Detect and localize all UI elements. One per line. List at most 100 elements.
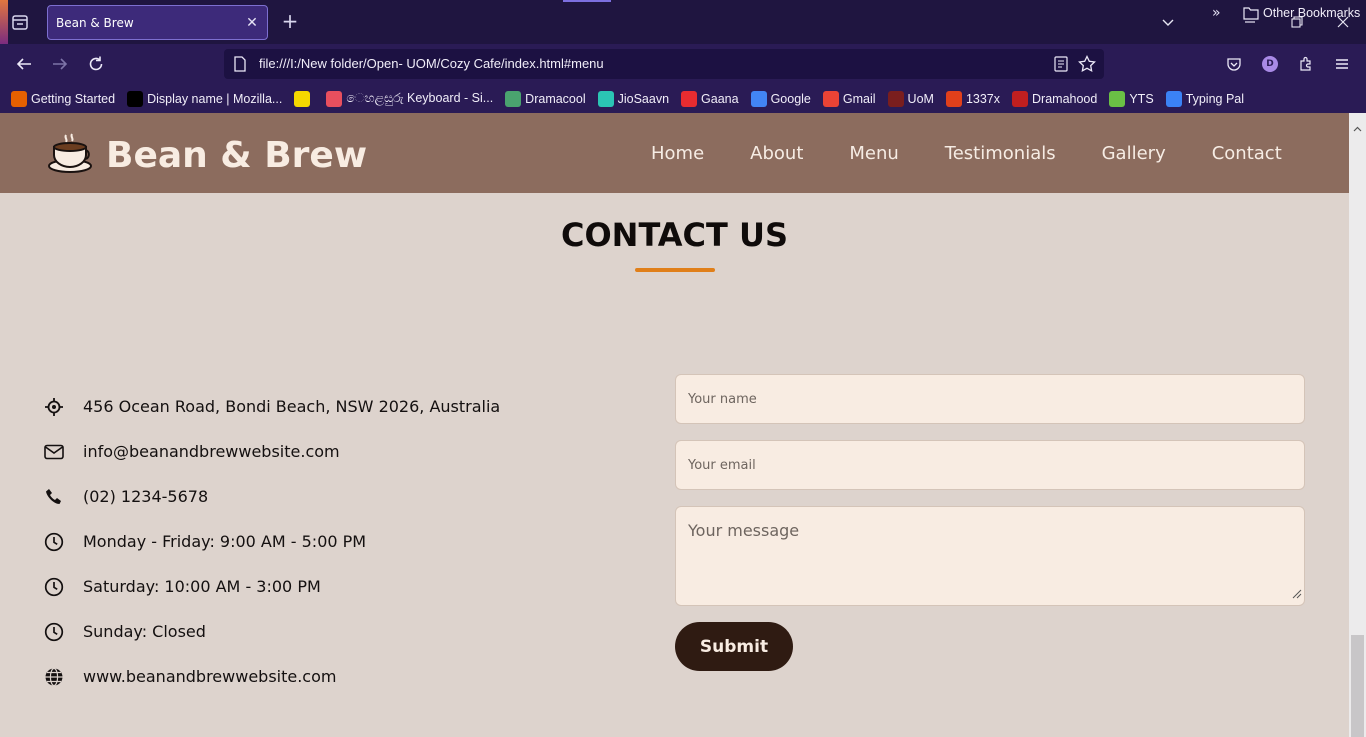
profile-avatar[interactable]: D: [1262, 56, 1278, 72]
clock-icon: [44, 532, 64, 552]
firefox-icon: [11, 90, 27, 107]
bookmark-label: UoM: [907, 91, 934, 106]
bookmark-label: Gaana: [701, 91, 739, 106]
menu-hamburger-icon[interactable]: [1330, 52, 1354, 76]
name-field[interactable]: Your name: [675, 374, 1305, 424]
bookmarks-overflow-icon[interactable]: »: [1212, 5, 1221, 21]
location-icon: [44, 397, 64, 417]
address-bar[interactable]: file:///I:/New folder/Open- UOM/Cozy Caf…: [224, 49, 1104, 79]
nav-link-gallery[interactable]: Gallery: [1102, 143, 1166, 164]
chevron-down-icon[interactable]: [1154, 8, 1182, 36]
uom-icon: [887, 90, 904, 107]
dramacool-icon: [505, 90, 522, 107]
reload-icon[interactable]: [84, 52, 108, 76]
contact-info-text: info@beanandbrewwebsite.com: [83, 442, 340, 461]
pocket-icon[interactable]: [1222, 52, 1246, 76]
forward-arrow-icon[interactable]: [48, 52, 72, 76]
contact-info-text: Monday - Friday: 9:00 AM - 5:00 PM: [83, 532, 367, 551]
back-arrow-icon[interactable]: [12, 52, 36, 76]
contact-form: Your name Your email Your message Submit: [675, 374, 1305, 671]
bookmark-item[interactable]: Typing Pal: [1165, 90, 1245, 107]
other-bookmarks[interactable]: Other Bookmarks: [1243, 6, 1360, 20]
bookmark-item[interactable]: 1337x: [945, 90, 1001, 107]
bookmark-item[interactable]: Dramacool: [505, 90, 586, 107]
gaana-icon: [681, 90, 698, 107]
tab-close-icon[interactable]: ✕: [241, 12, 263, 34]
nav-link-contact[interactable]: Contact: [1212, 143, 1282, 164]
typingpal-icon: [1165, 90, 1182, 107]
bookmark-label: Dramahood: [1032, 91, 1098, 106]
bookmark-label: Display name | Mozilla...: [147, 91, 283, 106]
page-icon: [233, 56, 247, 76]
bookmark-label: Gmail: [842, 91, 876, 106]
site-logo[interactable]: Bean & Brew: [48, 133, 367, 177]
bookmark-item[interactable]: JioSaavn: [597, 90, 670, 107]
tab-list-icon[interactable]: [8, 10, 32, 34]
contact-info-text: Saturday: 10:00 AM - 3:00 PM: [83, 577, 321, 596]
message-field[interactable]: Your message: [675, 506, 1305, 606]
scrollbar-thumb[interactable]: [1351, 635, 1364, 737]
bookmark-item[interactable]: Gmail: [822, 90, 876, 107]
bookmark-item[interactable]: Google: [750, 90, 811, 107]
flower-icon: [326, 90, 343, 107]
contact-info-item: www.beanandbrewwebsite.com: [44, 654, 500, 699]
1337x-icon: [945, 90, 962, 107]
contact-info-text: 456 Ocean Road, Bondi Beach, NSW 2026, A…: [83, 397, 501, 416]
gmail-icon: [822, 90, 839, 107]
bookmark-label: Dramacool: [525, 91, 586, 106]
globe-icon: [44, 667, 64, 687]
contact-info-text: (02) 1234-5678: [83, 487, 209, 506]
nav-link-menu[interactable]: Menu: [849, 143, 898, 164]
bookmark-item[interactable]: Gaana: [681, 90, 739, 107]
bookmark-star-icon[interactable]: [1078, 54, 1096, 77]
folder-icon: [1243, 7, 1259, 20]
bookmark-item[interactable]: Getting Started: [11, 90, 116, 107]
nav-link-about[interactable]: About: [750, 143, 803, 164]
title-underline: [635, 268, 715, 272]
bookmark-label: 1337x: [965, 91, 1001, 106]
mozilla-m-icon: [127, 90, 144, 107]
browser-navbar: file:///I:/New folder/Open- UOM/Cozy Caf…: [0, 44, 1366, 84]
bookmark-item[interactable]: UoM: [887, 90, 934, 107]
bookmark-label: Typing Pal: [1185, 91, 1245, 106]
scroll-up-icon[interactable]: [1353, 117, 1362, 136]
bookmark-item[interactable]: Display name | Mozilla...: [127, 90, 283, 107]
bookmarks-toolbar: Getting Started Display name | Mozilla...…: [0, 84, 1366, 113]
new-tab-button[interactable]: +: [279, 10, 301, 32]
phone-icon: [44, 487, 64, 507]
contact-info-item: 456 Ocean Road, Bondi Beach, NSW 2026, A…: [44, 384, 500, 429]
bookmark-label: Getting Started: [31, 91, 116, 106]
submit-button[interactable]: Submit: [675, 622, 793, 671]
contact-info-item: Monday - Friday: 9:00 AM - 5:00 PM: [44, 519, 500, 564]
contact-info-item: Sunday: Closed: [44, 609, 500, 654]
contact-info-item: (02) 1234-5678: [44, 474, 500, 519]
coffee-cup-icon: [48, 133, 94, 177]
nav-link-testimonials[interactable]: Testimonials: [945, 143, 1056, 164]
bookmark-item[interactable]: Dramahood: [1012, 90, 1098, 107]
reader-view-icon[interactable]: [1054, 56, 1068, 76]
jiosaavn-icon: [597, 90, 614, 107]
extensions-icon[interactable]: [1294, 52, 1318, 76]
bookmark-item[interactable]: [294, 90, 314, 107]
url-text: file:///I:/New folder/Open- UOM/Cozy Caf…: [259, 56, 604, 71]
bookmark-item[interactable]: ෙහළසුරු Keyboard - Si...: [326, 90, 494, 107]
browser-tab[interactable]: Bean & Brew ✕: [47, 5, 268, 40]
contact-info-text: www.beanandbrewwebsite.com: [83, 667, 337, 686]
message-placeholder: Your message: [688, 521, 800, 540]
name-placeholder: Your name: [688, 391, 757, 407]
bookmark-label: ෙහළසුරු Keyboard - Si...: [346, 91, 494, 105]
clock-icon: [44, 577, 64, 597]
nav-link-home[interactable]: Home: [651, 143, 704, 164]
other-bookmarks-label: Other Bookmarks: [1263, 6, 1361, 20]
contact-info-list: 456 Ocean Road, Bondi Beach, NSW 2026, A…: [44, 384, 500, 699]
email-field[interactable]: Your email: [675, 440, 1305, 490]
resize-handle-icon[interactable]: [1290, 584, 1302, 603]
contact-info-text: Sunday: Closed: [83, 622, 206, 641]
page-scrollbar[interactable]: [1349, 113, 1366, 737]
contact-info-item: info@beanandbrewwebsite.com: [44, 429, 500, 474]
main-navigation: Home About Menu Testimonials Gallery Contact: [651, 143, 1328, 164]
titlebar-accent: [0, 0, 8, 44]
google-icon: [750, 90, 767, 107]
bookmark-label: JioSaavn: [617, 91, 670, 106]
bookmark-item[interactable]: YTS: [1109, 90, 1154, 107]
